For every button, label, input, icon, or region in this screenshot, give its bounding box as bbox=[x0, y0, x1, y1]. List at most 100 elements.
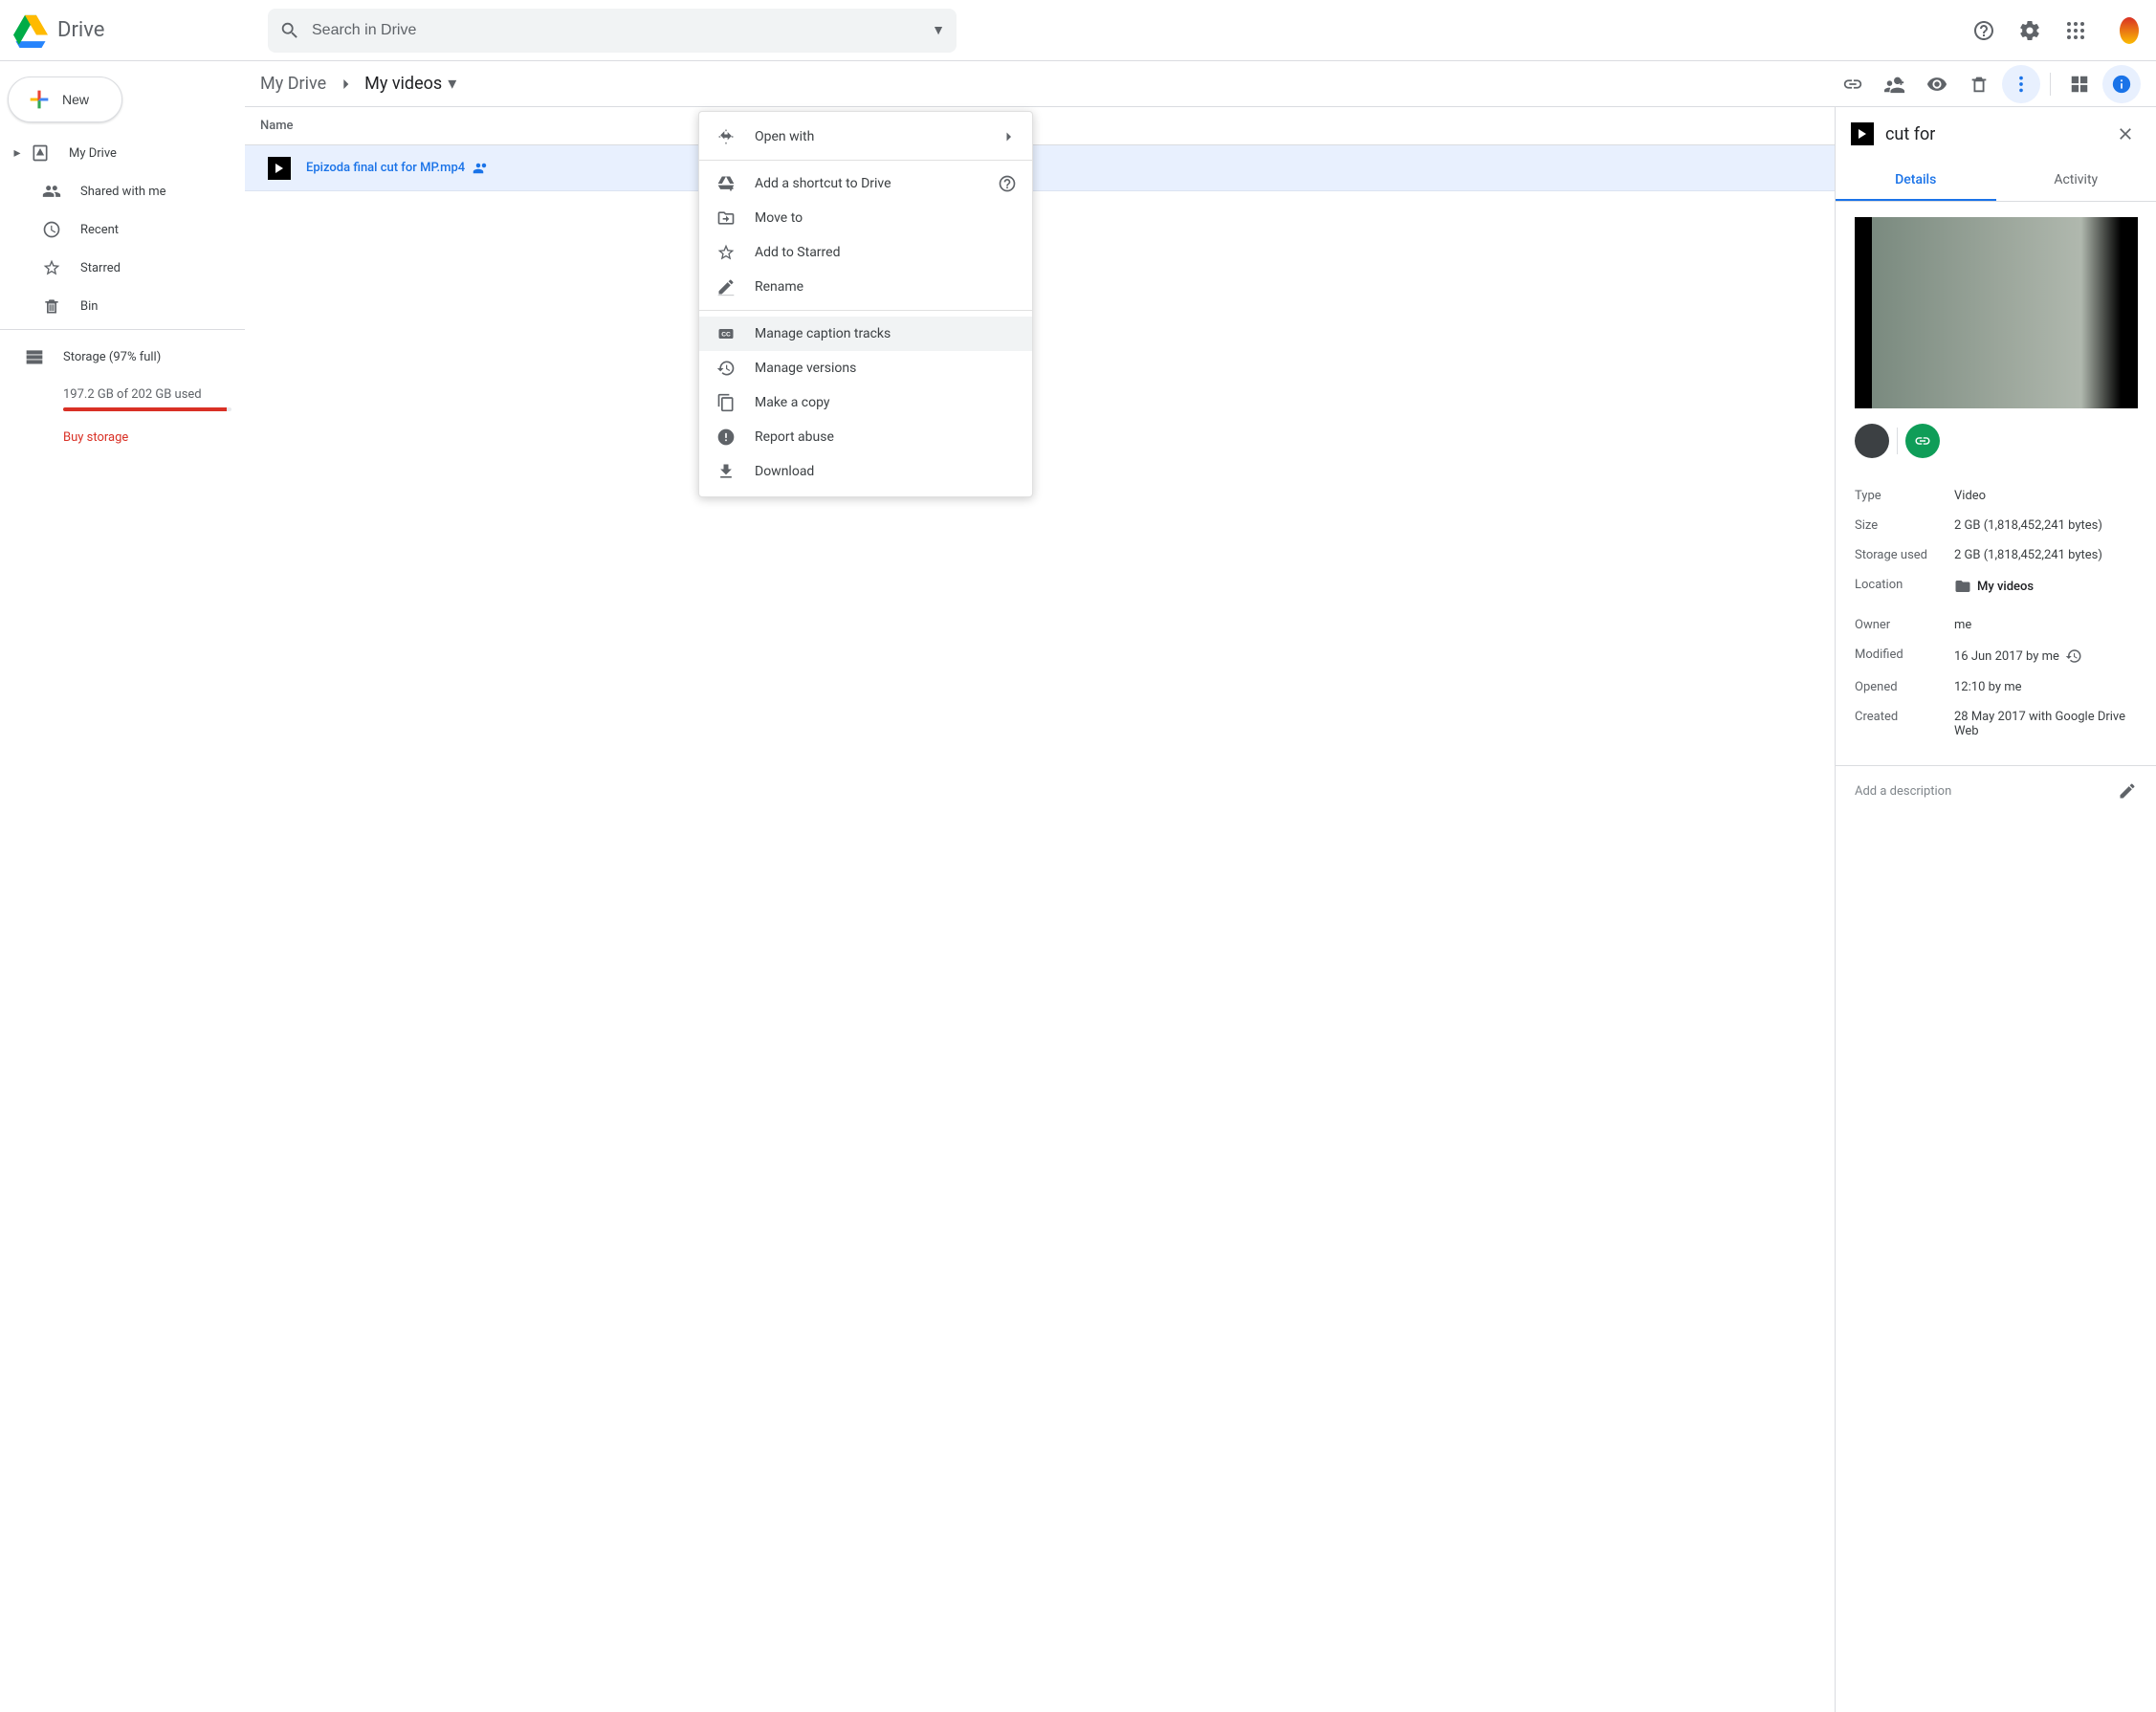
breadcrumb-my-drive[interactable]: My Drive bbox=[260, 74, 326, 94]
menu-add-shortcut[interactable]: Add a shortcut to Drive bbox=[699, 166, 1032, 201]
detail-location: Location My videos bbox=[1855, 570, 2137, 603]
storage-label: Storage (97% full) bbox=[63, 350, 161, 364]
settings-icon[interactable] bbox=[2011, 11, 2049, 50]
sidebar-item-label: Shared with me bbox=[80, 185, 166, 199]
menu-label: Move to bbox=[755, 210, 1017, 226]
storage-section: Storage (97% full) 197.2 GB of 202 GB us… bbox=[0, 338, 245, 445]
description-placeholder: Add a description bbox=[1855, 784, 1951, 799]
menu-add-starred[interactable]: Add to Starred bbox=[699, 235, 1032, 270]
details-tabs: Details Activity bbox=[1836, 161, 2156, 202]
menu-download[interactable]: Download bbox=[699, 454, 1032, 489]
search-options-caret-icon[interactable]: ▼ bbox=[932, 22, 945, 38]
shared-icon bbox=[473, 160, 490, 177]
storage-used-text: 197.2 GB of 202 GB used bbox=[63, 387, 222, 402]
storage-fill bbox=[63, 407, 227, 411]
edit-pencil-icon[interactable] bbox=[2118, 781, 2137, 801]
drive-logo-icon[interactable] bbox=[11, 11, 50, 50]
content-area: My Drive My videos ▾ bbox=[245, 61, 2156, 1712]
sidebar-item-my-drive[interactable]: ▸ My Drive bbox=[0, 134, 233, 172]
account-avatar[interactable] bbox=[2102, 11, 2141, 50]
details-properties: Type Video Size 2 GB (1,818,452,241 byte… bbox=[1836, 473, 2156, 754]
main-area: New ▸ My Drive Shared with me Recent bbox=[0, 61, 2156, 1712]
sharing-divider bbox=[1897, 428, 1898, 454]
app-header: Drive ▼ bbox=[0, 0, 2156, 61]
col-name-header[interactable]: Name bbox=[260, 119, 2026, 133]
new-button[interactable]: New bbox=[8, 77, 122, 122]
detail-type: Type Video bbox=[1855, 481, 2137, 511]
storage-header[interactable]: Storage (97% full) bbox=[23, 338, 222, 376]
product-name: Drive bbox=[57, 18, 104, 42]
search-input[interactable] bbox=[312, 22, 924, 39]
drive-add-icon bbox=[715, 174, 737, 193]
menu-manage-versions[interactable]: Manage versions bbox=[699, 351, 1032, 385]
apps-grid-icon[interactable] bbox=[2057, 11, 2095, 50]
menu-rename[interactable]: Rename bbox=[699, 270, 1032, 304]
rename-icon bbox=[715, 277, 737, 296]
grid-view-icon[interactable] bbox=[2060, 65, 2099, 103]
menu-report-abuse[interactable]: Report abuse bbox=[699, 420, 1032, 454]
link-shared-badge[interactable] bbox=[1905, 424, 1940, 458]
detail-opened: Opened 12:10 by me bbox=[1855, 672, 2137, 702]
get-link-icon[interactable] bbox=[1834, 65, 1872, 103]
storage-icon bbox=[23, 347, 46, 366]
chevron-right-icon bbox=[1000, 128, 1017, 145]
sidebar-item-shared[interactable]: Shared with me bbox=[0, 172, 233, 210]
menu-label: Rename bbox=[755, 279, 1017, 295]
cc-icon: CC bbox=[715, 324, 737, 343]
breadcrumb-row: My Drive My videos ▾ bbox=[245, 61, 2156, 107]
details-header: cut for bbox=[1836, 107, 2156, 161]
buy-storage-link[interactable]: Buy storage bbox=[63, 430, 222, 445]
menu-make-copy[interactable]: Make a copy bbox=[699, 385, 1032, 420]
tab-activity[interactable]: Activity bbox=[1996, 161, 2156, 201]
menu-manage-captions[interactable]: CC Manage caption tracks bbox=[699, 317, 1032, 351]
abuse-icon bbox=[715, 428, 737, 447]
menu-label: Add to Starred bbox=[755, 245, 1017, 260]
drive-icon bbox=[29, 143, 52, 163]
sidebar-item-label: Bin bbox=[80, 299, 98, 314]
location-chip[interactable]: My videos bbox=[1954, 578, 2034, 595]
tab-details[interactable]: Details bbox=[1836, 161, 1996, 201]
history-icon[interactable] bbox=[2065, 647, 2082, 665]
menu-open-with[interactable]: Open with bbox=[699, 120, 1032, 154]
sidebar: New ▸ My Drive Shared with me Recent bbox=[0, 61, 245, 1712]
toolbar-actions bbox=[1834, 65, 2141, 103]
details-panel: cut for Details Activity Type bbox=[1835, 107, 2156, 1712]
menu-label: Download bbox=[755, 464, 1017, 479]
remove-icon[interactable] bbox=[1960, 65, 1998, 103]
search-area: ▼ bbox=[268, 9, 957, 53]
star-icon bbox=[40, 258, 63, 277]
menu-label: Make a copy bbox=[755, 395, 1017, 410]
view-details-icon[interactable] bbox=[2102, 65, 2141, 103]
detail-size: Size 2 GB (1,818,452,241 bytes) bbox=[1855, 511, 2137, 540]
search-box[interactable]: ▼ bbox=[268, 9, 957, 53]
expand-triangle-icon[interactable]: ▸ bbox=[11, 145, 23, 161]
copy-icon bbox=[715, 393, 737, 412]
new-button-label: New bbox=[62, 92, 89, 107]
help-icon[interactable] bbox=[998, 174, 1017, 193]
context-menu: Open with Add a shortcut to Drive Move t… bbox=[698, 111, 1033, 497]
storage-bar bbox=[63, 407, 231, 411]
file-preview-thumbnail[interactable] bbox=[1855, 217, 2138, 408]
owner-avatar[interactable] bbox=[1855, 424, 1889, 458]
search-icon bbox=[279, 20, 300, 41]
sidebar-item-recent[interactable]: Recent bbox=[0, 210, 233, 249]
menu-label: Add a shortcut to Drive bbox=[755, 176, 998, 191]
preview-icon[interactable] bbox=[1918, 65, 1956, 103]
detail-modified: Modified 16 Jun 2017 by me bbox=[1855, 640, 2137, 672]
breadcrumb-current[interactable]: My videos ▾ bbox=[364, 74, 456, 94]
share-icon[interactable] bbox=[1876, 65, 1914, 103]
description-row[interactable]: Add a description bbox=[1836, 765, 2156, 816]
menu-move-to[interactable]: Move to bbox=[699, 201, 1032, 235]
plus-icon bbox=[26, 86, 53, 113]
support-icon[interactable] bbox=[1965, 11, 2003, 50]
close-details-icon[interactable] bbox=[2110, 119, 2141, 149]
sidebar-item-bin[interactable]: Bin bbox=[0, 287, 233, 325]
menu-label: Report abuse bbox=[755, 429, 1017, 445]
menu-label: Manage versions bbox=[755, 361, 1017, 376]
move-icon bbox=[715, 209, 737, 228]
clock-icon bbox=[40, 220, 63, 239]
history-icon bbox=[715, 359, 737, 378]
more-actions-icon[interactable] bbox=[2002, 65, 2040, 103]
menu-label: Manage caption tracks bbox=[755, 326, 1017, 341]
sidebar-item-starred[interactable]: Starred bbox=[0, 249, 233, 287]
